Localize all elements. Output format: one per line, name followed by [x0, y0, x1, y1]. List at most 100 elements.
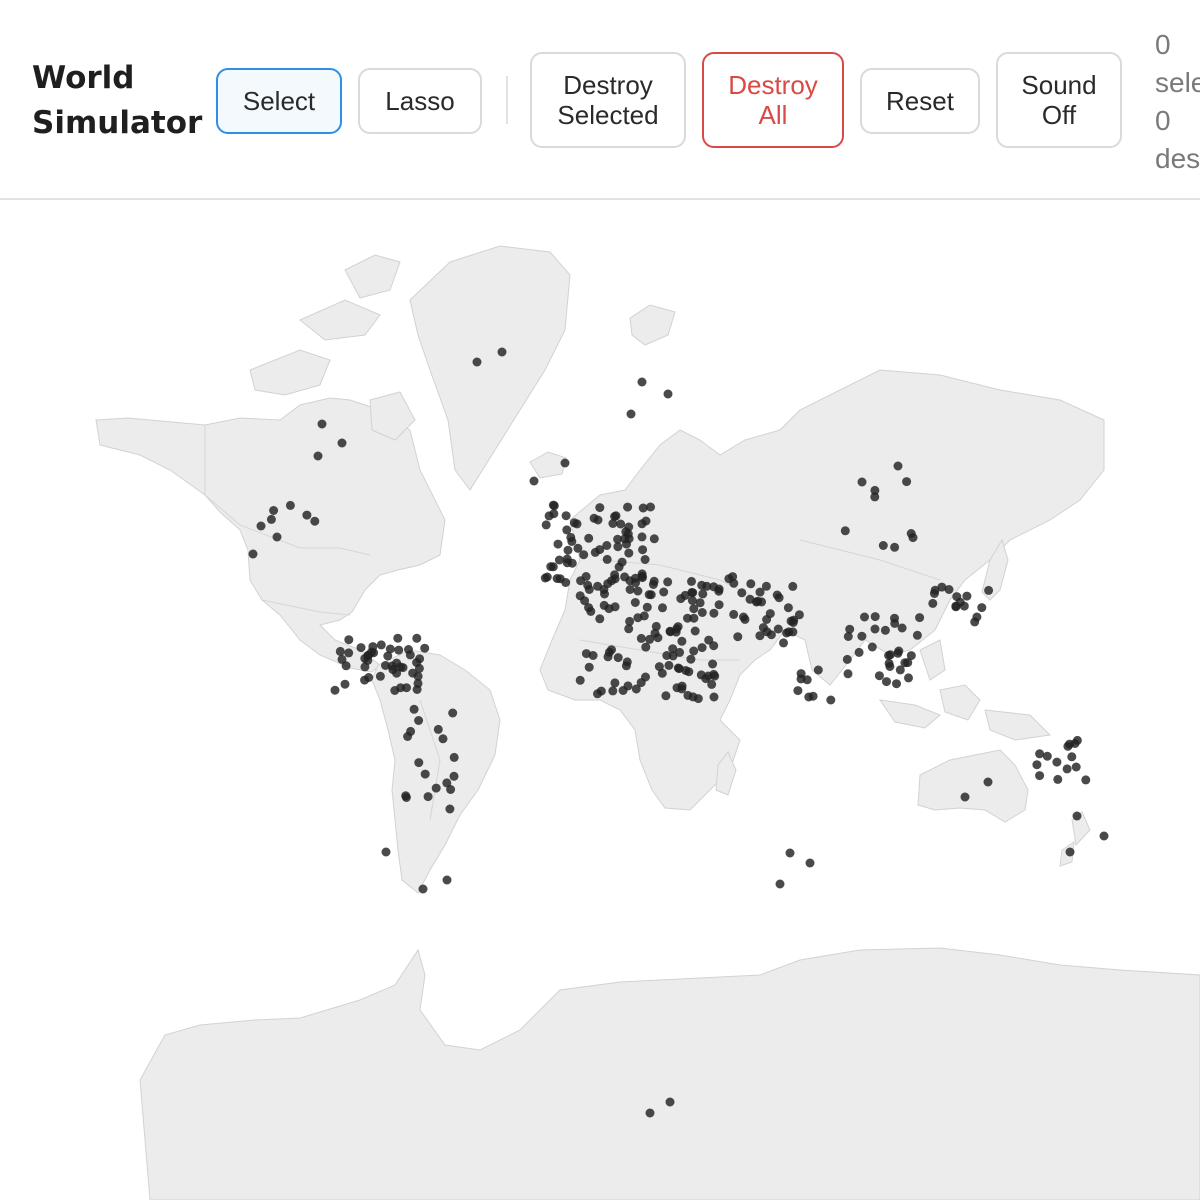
city-marker[interactable]: [595, 614, 605, 624]
city-marker[interactable]: [826, 695, 836, 705]
city-marker[interactable]: [642, 602, 652, 612]
city-marker[interactable]: [661, 691, 671, 701]
city-marker[interactable]: [775, 879, 785, 889]
city-marker[interactable]: [745, 594, 755, 604]
city-marker[interactable]: [644, 590, 654, 600]
city-marker[interactable]: [977, 603, 987, 613]
city-marker[interactable]: [762, 615, 772, 624]
city-marker[interactable]: [412, 685, 422, 694]
city-marker[interactable]: [438, 734, 448, 744]
city-marker[interactable]: [562, 554, 572, 564]
city-marker[interactable]: [620, 572, 630, 582]
city-marker[interactable]: [884, 658, 894, 668]
city-marker[interactable]: [894, 646, 904, 656]
city-marker[interactable]: [497, 347, 507, 357]
city-marker[interactable]: [774, 593, 784, 603]
city-marker[interactable]: [633, 586, 643, 596]
city-marker[interactable]: [773, 624, 783, 634]
city-marker[interactable]: [951, 601, 961, 611]
city-marker[interactable]: [793, 686, 803, 696]
city-marker[interactable]: [708, 659, 718, 669]
city-marker[interactable]: [664, 660, 674, 670]
city-marker[interactable]: [613, 534, 623, 544]
city-marker[interactable]: [608, 686, 618, 696]
city-marker[interactable]: [761, 581, 771, 591]
city-marker[interactable]: [697, 643, 707, 653]
city-marker[interactable]: [613, 653, 623, 663]
city-marker[interactable]: [1065, 739, 1075, 749]
city-marker[interactable]: [542, 572, 552, 582]
city-marker[interactable]: [588, 651, 598, 660]
city-marker[interactable]: [561, 578, 571, 587]
city-marker[interactable]: [893, 461, 903, 471]
city-marker[interactable]: [393, 633, 403, 643]
city-marker[interactable]: [449, 771, 459, 781]
city-marker[interactable]: [360, 654, 370, 663]
city-marker[interactable]: [317, 419, 327, 429]
city-marker[interactable]: [394, 645, 404, 655]
world-map[interactable]: [0, 202, 1200, 1200]
city-marker[interactable]: [641, 672, 650, 682]
city-marker[interactable]: [689, 646, 699, 656]
city-marker[interactable]: [870, 612, 880, 622]
city-marker[interactable]: [603, 652, 613, 662]
city-marker[interactable]: [697, 580, 707, 590]
city-marker[interactable]: [878, 541, 888, 550]
city-marker[interactable]: [704, 635, 714, 645]
city-marker[interactable]: [1067, 752, 1077, 762]
city-marker[interactable]: [788, 581, 798, 591]
city-marker[interactable]: [405, 650, 415, 660]
select-tool-button[interactable]: Select: [216, 68, 342, 134]
city-marker[interactable]: [375, 671, 385, 681]
city-marker[interactable]: [843, 632, 853, 641]
city-marker[interactable]: [681, 666, 691, 675]
city-marker[interactable]: [1072, 811, 1082, 821]
city-marker[interactable]: [697, 608, 707, 617]
city-marker[interactable]: [746, 579, 756, 589]
city-marker[interactable]: [360, 662, 370, 672]
city-marker[interactable]: [431, 783, 441, 793]
city-marker[interactable]: [575, 675, 585, 685]
city-marker[interactable]: [709, 608, 719, 618]
city-marker[interactable]: [758, 623, 768, 633]
sound-toggle-button[interactable]: Sound Off: [996, 52, 1122, 148]
city-marker[interactable]: [733, 632, 743, 642]
city-marker[interactable]: [529, 476, 539, 486]
city-marker[interactable]: [621, 661, 631, 671]
city-marker[interactable]: [337, 654, 347, 664]
city-marker[interactable]: [553, 539, 563, 549]
city-marker[interactable]: [549, 509, 559, 519]
city-marker[interactable]: [337, 438, 347, 448]
city-marker[interactable]: [414, 758, 424, 768]
city-marker[interactable]: [344, 635, 354, 645]
city-marker[interactable]: [1065, 847, 1075, 857]
city-marker[interactable]: [402, 683, 411, 693]
city-marker[interactable]: [364, 673, 374, 682]
city-marker[interactable]: [753, 596, 763, 606]
city-marker[interactable]: [442, 778, 452, 788]
city-marker[interactable]: [689, 613, 699, 623]
city-marker[interactable]: [944, 585, 954, 594]
city-marker[interactable]: [589, 513, 599, 523]
city-marker[interactable]: [690, 626, 700, 636]
city-marker[interactable]: [676, 594, 686, 604]
world-map-canvas[interactable]: [0, 202, 1200, 1200]
city-marker[interactable]: [625, 616, 635, 626]
city-marker[interactable]: [631, 684, 641, 694]
city-marker[interactable]: [330, 685, 340, 695]
city-marker[interactable]: [448, 708, 458, 718]
city-marker[interactable]: [714, 600, 724, 610]
city-marker[interactable]: [390, 686, 400, 695]
city-marker[interactable]: [779, 638, 788, 648]
city-marker[interactable]: [882, 677, 891, 687]
city-marker[interactable]: [600, 589, 609, 599]
city-marker[interactable]: [567, 537, 577, 546]
city-marker[interactable]: [840, 526, 850, 536]
city-marker[interactable]: [870, 624, 880, 634]
city-marker[interactable]: [414, 716, 424, 725]
city-marker[interactable]: [915, 613, 925, 623]
city-marker[interactable]: [646, 502, 655, 512]
city-marker[interactable]: [802, 675, 812, 685]
city-marker[interactable]: [645, 1108, 655, 1118]
city-marker[interactable]: [892, 679, 901, 689]
